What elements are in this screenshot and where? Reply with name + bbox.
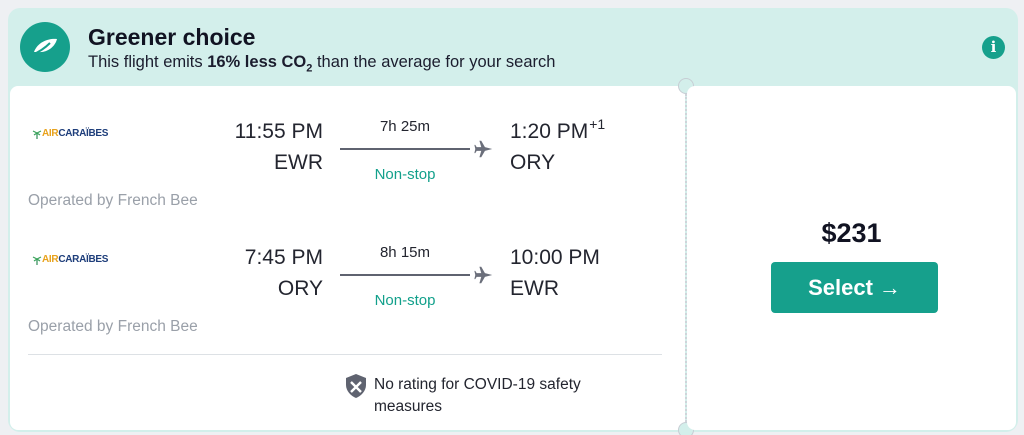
itinerary-panel: AIRCARAÏBES 11:55 PM EWR 7h 25m Non-stop…: [10, 86, 685, 430]
shield-icon: [346, 374, 366, 398]
greener-choice-banner: Greener choice This flight emits 16% les…: [8, 8, 1018, 86]
price: $231: [821, 218, 882, 248]
arrival-airport: ORY: [510, 151, 556, 174]
banner-sub-bold: 16% less CO: [207, 53, 307, 71]
airline-logo: AIRCARAÏBES: [32, 128, 122, 142]
airline-logo-text: AIRCARAÏBES: [42, 254, 108, 265]
arrival-time: 1:20 PM+1: [510, 116, 605, 144]
covid-rating-text: No rating for COVID-19 safety measures: [374, 376, 581, 415]
logo-text-air: AIR: [42, 254, 59, 265]
stops-label: Non-stop: [374, 292, 436, 309]
palm-icon: [32, 130, 42, 139]
airplane-icon: [474, 140, 493, 158]
covid-rating: No rating for COVID-19 safety measures: [344, 371, 644, 421]
arrival-time-value: 10:00 PM: [510, 246, 600, 269]
leg-return: AIRCARAÏBES 7:45 PM ORY 8h 15m Non-stop …: [10, 234, 685, 335]
airline-logo-text: AIRCARAÏBES: [42, 128, 108, 139]
route-line: [340, 274, 470, 276]
logo-text-caraibes: CARAÏBES: [58, 128, 109, 139]
departure-time: 11:55 PM: [234, 120, 323, 143]
arrival-time-value: 1:20 PM: [510, 120, 589, 143]
leaf-icon: [20, 22, 70, 72]
operated-by: Operated by French Bee: [28, 192, 198, 209]
flight-result-card[interactable]: Greener choice This flight emits 16% les…: [8, 8, 1018, 435]
logo-text-air: AIR: [42, 128, 59, 139]
arrival-airport: EWR: [510, 277, 559, 300]
banner-subtitle: This flight emits 16% less CO2 than the …: [88, 53, 555, 74]
arrival-time: 10:00 PM: [510, 246, 601, 270]
section-divider: [28, 354, 662, 355]
departure-time: 7:45 PM: [244, 246, 323, 269]
operated-by: Operated by French Bee: [28, 318, 198, 335]
logo-text-caraibes: CARAÏBES: [58, 254, 109, 265]
route-line: [340, 148, 470, 150]
leg-outbound: AIRCARAÏBES 11:55 PM EWR 7h 25m Non-stop…: [10, 108, 685, 209]
stops-label: Non-stop: [374, 166, 436, 183]
departure-airport: EWR: [274, 151, 323, 174]
info-icon[interactable]: i: [982, 36, 1005, 59]
palm-icon: [32, 256, 42, 265]
airplane-icon: [474, 266, 493, 284]
flight-duration: 7h 25m: [379, 118, 431, 135]
banner-title: Greener choice: [88, 24, 256, 50]
flight-duration: 8h 15m: [379, 244, 431, 261]
price-panel: $231 Select →: [687, 86, 1016, 430]
day-offset: +1: [589, 116, 606, 132]
banner-sub-suffix: than the average for your search: [312, 53, 556, 71]
select-button-label: Select: [808, 275, 873, 300]
departure-airport: ORY: [277, 277, 323, 300]
airline-logo: AIRCARAÏBES: [32, 254, 122, 268]
banner-sub-prefix: This flight emits: [88, 53, 208, 71]
arrow-right-icon: →: [878, 275, 901, 300]
select-button[interactable]: Select →: [771, 262, 938, 313]
